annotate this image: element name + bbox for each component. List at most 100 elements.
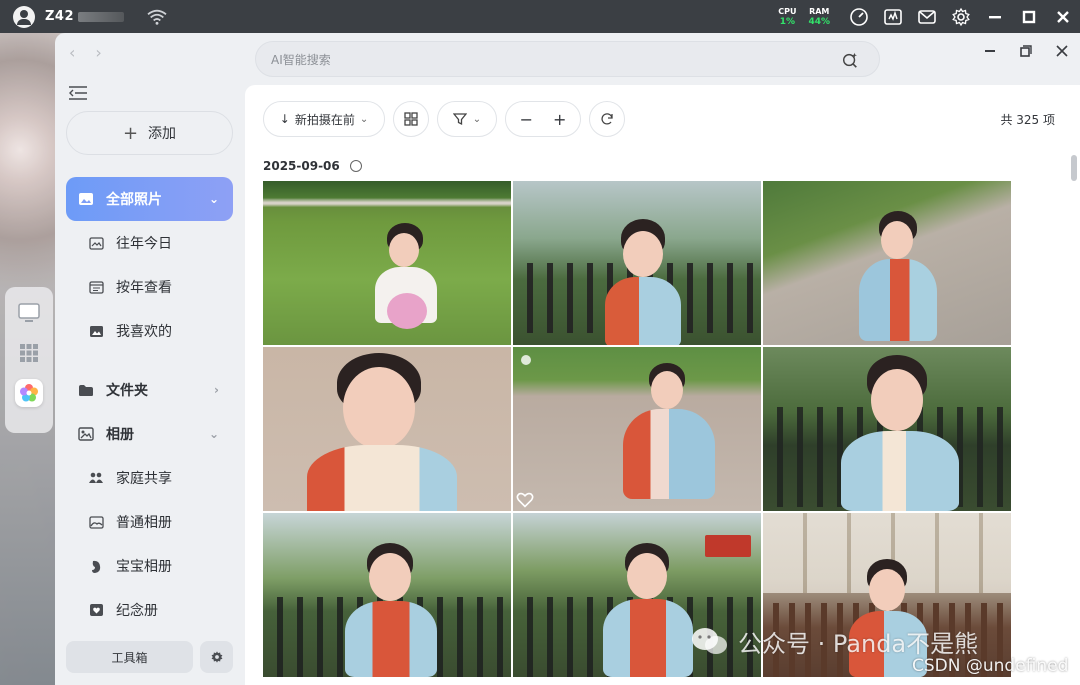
- sidebar-item-label: 纪念册: [116, 603, 158, 619]
- system-maximize-icon[interactable]: [1012, 0, 1046, 33]
- user-avatar-icon[interactable]: [13, 5, 35, 28]
- sidebar-item-label: 相册: [106, 427, 134, 443]
- gear-icon: [211, 651, 222, 663]
- ai-search-icon[interactable]: [841, 51, 859, 69]
- photo-toolbar: ↓ 新拍摄在前 ⌄ ⌄ − +: [263, 101, 625, 137]
- photo-thumbnail[interactable]: [763, 347, 1011, 511]
- select-photo-checkbox[interactable]: [521, 355, 531, 365]
- chevron-down-icon: ⌄: [359, 113, 369, 125]
- back-arrow-icon[interactable]: ‹: [69, 43, 75, 62]
- album-icon: [78, 426, 94, 442]
- sidebar-item-by-year[interactable]: 按年查看: [66, 267, 233, 307]
- sidebar-item-albums[interactable]: 相册 ⌄: [66, 414, 233, 454]
- desktop-dock: [5, 287, 53, 433]
- system-close-icon[interactable]: [1046, 0, 1080, 33]
- zoom-in-icon[interactable]: +: [553, 110, 566, 129]
- sort-dropdown[interactable]: ↓ 新拍摄在前 ⌄: [263, 101, 385, 137]
- ai-search-input[interactable]: AI智能搜索: [255, 41, 880, 77]
- sidebar-item-baby-albums[interactable]: 宝宝相册: [66, 546, 233, 586]
- sidebar-item-all-photos[interactable]: 全部照片 ⌄: [66, 177, 233, 221]
- sort-label: 新拍摄在前: [294, 112, 355, 127]
- layout-toggle-button[interactable]: [393, 101, 429, 137]
- photo-subject: [345, 601, 437, 677]
- search-placeholder: AI智能搜索: [271, 52, 331, 67]
- sidebar-item-label: 往年今日: [116, 236, 172, 252]
- restore-icon[interactable]: [1008, 39, 1044, 63]
- history-nav: ‹ ›: [69, 43, 102, 62]
- chevron-down-icon[interactable]: ⌄: [209, 192, 219, 206]
- mail-icon[interactable]: [910, 0, 944, 33]
- folder-icon: [78, 382, 94, 398]
- ram-stat: RAM 44%: [808, 7, 830, 27]
- photo-thumbnail[interactable]: [513, 347, 761, 511]
- photo-grid: [263, 181, 1011, 677]
- toolbox-button[interactable]: 工具箱: [66, 641, 193, 673]
- monitor-icon[interactable]: [15, 299, 43, 327]
- photo-subject: [605, 277, 681, 345]
- photo-subject: [841, 431, 959, 511]
- system-minimize-icon[interactable]: [978, 0, 1012, 33]
- sidebar-item-label: 我喜欢的: [116, 324, 172, 340]
- image-icon: [88, 323, 104, 339]
- collapse-sidebar-icon[interactable]: [68, 85, 88, 101]
- image-frame-icon: [88, 235, 104, 251]
- app-grid-icon[interactable]: [15, 339, 43, 367]
- favorite-heart-icon[interactable]: [516, 492, 534, 508]
- sidebar: + 添加 全部照片 ⌄ 往年今日 按年查看 我喜欢的 文件夹 › 相册 ⌄ 家庭…: [55, 77, 245, 685]
- speed-gauge-icon[interactable]: [842, 0, 876, 33]
- heart-book-icon: [88, 602, 104, 618]
- sidebar-item-normal-albums[interactable]: 普通相册: [66, 502, 233, 542]
- photo-subject: [651, 371, 683, 409]
- settings-gear-icon[interactable]: [944, 0, 978, 33]
- photo-thumbnail[interactable]: [263, 181, 511, 345]
- photo-subject: [871, 369, 923, 431]
- chevron-down-icon[interactable]: ⌄: [209, 427, 219, 441]
- cpu-value: 1%: [779, 16, 795, 27]
- select-group-checkbox[interactable]: [349, 160, 362, 172]
- date-group-header: 2025-09-06: [263, 159, 362, 173]
- sidebar-item-label: 宝宝相册: [116, 559, 172, 575]
- refresh-button[interactable]: [589, 101, 625, 137]
- photo-sign: [705, 535, 751, 557]
- photo-subject: [307, 445, 457, 511]
- date-label: 2025-09-06: [263, 159, 340, 173]
- photo-subject: [869, 569, 905, 611]
- sidebar-item-label: 全部照片: [106, 192, 162, 208]
- chevron-down-icon: ⌄: [472, 113, 482, 125]
- sidebar-item-favorites[interactable]: 我喜欢的: [66, 311, 233, 351]
- cpu-label: CPU: [778, 6, 797, 16]
- sidebar-item-memorial-book[interactable]: 纪念册: [66, 590, 233, 630]
- photo-subject: [881, 221, 913, 259]
- sidebar-item-family-share[interactable]: 家庭共享: [66, 458, 233, 498]
- chevron-right-icon[interactable]: ›: [214, 383, 219, 397]
- sidebar-item-folders[interactable]: 文件夹 ›: [66, 370, 233, 410]
- resource-monitor-icon[interactable]: [876, 0, 910, 33]
- system-top-bar: Z42 CPU 1% RAM 44%: [0, 0, 1080, 33]
- sidebar-settings-button[interactable]: [200, 641, 233, 673]
- photo-subject: [623, 231, 663, 277]
- minimize-icon[interactable]: [972, 39, 1008, 63]
- scrollbar[interactable]: [1071, 155, 1077, 181]
- photo-thumbnail[interactable]: [263, 513, 511, 677]
- zoom-out-icon[interactable]: −: [520, 110, 533, 129]
- photo-thumbnail[interactable]: [263, 347, 511, 511]
- filter-dropdown[interactable]: ⌄: [437, 101, 497, 137]
- photo-subject: [387, 293, 427, 329]
- photo-thumbnail[interactable]: [763, 181, 1011, 345]
- filter-icon: [452, 113, 467, 126]
- photo-subject: [343, 367, 415, 449]
- sidebar-item-label: 普通相册: [116, 515, 172, 531]
- arrow-down-icon: ↓: [279, 112, 290, 126]
- sidebar-item-label: 按年查看: [116, 280, 172, 296]
- photos-app-icon[interactable]: [15, 379, 43, 407]
- photo-thumbnail[interactable]: [513, 181, 761, 345]
- gallery-icon: [88, 514, 104, 530]
- photo-subject: [623, 409, 715, 499]
- wifi-icon[interactable]: [146, 8, 168, 26]
- wechat-watermark-text: 公众号 · Panda不是熊: [738, 630, 979, 658]
- close-icon[interactable]: [1044, 39, 1080, 63]
- add-button[interactable]: + 添加: [66, 111, 233, 155]
- forward-arrow-icon[interactable]: ›: [95, 43, 101, 62]
- window-controls: [972, 39, 1080, 63]
- sidebar-item-on-this-day[interactable]: 往年今日: [66, 223, 233, 263]
